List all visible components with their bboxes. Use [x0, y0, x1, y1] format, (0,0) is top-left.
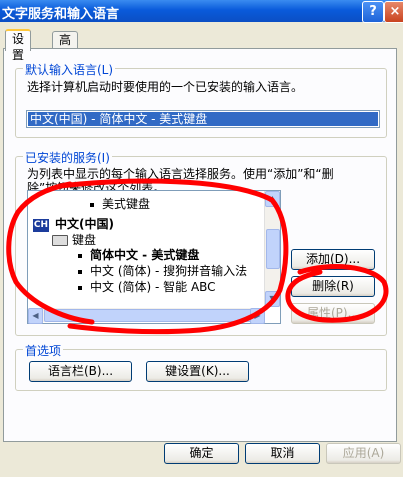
list-item-service[interactable]: 中文 (简体) - 智能 ABC	[90, 280, 216, 294]
scroll-thumb[interactable]	[44, 309, 256, 322]
default-language-description: 选择计算机启动时要使用的一个已安装的输入语言。	[27, 80, 304, 94]
scroll-down-icon[interactable]: ▼	[265, 291, 280, 307]
bullet-icon	[78, 270, 82, 274]
default-language-select[interactable]: 中文(中国) - 简体中文 - 美式键盘	[26, 110, 380, 128]
key-settings-button[interactable]: 键设置(K)...	[146, 361, 249, 382]
list-item-language[interactable]: 中文(中国)	[55, 217, 114, 231]
list-item[interactable]: 美式键盘	[102, 197, 150, 211]
close-button[interactable]: ×	[384, 1, 403, 23]
remove-button[interactable]: 删除(R)	[291, 276, 375, 297]
tab-settings[interactable]: 设置	[5, 29, 32, 62]
close-icon: ×	[389, 4, 401, 19]
installed-services-legend: 已安装的服务(I)	[23, 149, 112, 166]
scroll-up-icon[interactable]: ▲	[265, 191, 280, 207]
title-bar: 文字服务和输入语言 ? ×	[0, 0, 403, 23]
scroll-right-icon[interactable]: ▶	[250, 308, 265, 324]
language-bar-button[interactable]: 语言栏(B)...	[29, 361, 132, 382]
list-horizontal-scrollbar[interactable]: ◀ ▶	[28, 308, 265, 324]
scroll-left-icon[interactable]: ◀	[28, 308, 43, 324]
properties-button[interactable]: 属性(P)...	[291, 303, 375, 324]
language-badge-icon: CH	[33, 219, 49, 232]
tab-advanced[interactable]: 高级	[52, 31, 79, 63]
add-button[interactable]: 添加(D)...	[291, 249, 375, 270]
list-vertical-scrollbar[interactable]: ▲ ▼	[264, 191, 280, 307]
help-icon: ?	[369, 4, 377, 19]
list-item-keyboard[interactable]: 键盘	[72, 233, 96, 247]
keyboard-icon	[52, 235, 68, 246]
preferences-legend: 首选项	[23, 342, 64, 359]
bullet-icon	[78, 286, 82, 290]
bullet-icon	[90, 203, 94, 207]
list-item-service[interactable]: 中文 (简体) - 搜狗拼音输入法	[90, 264, 247, 278]
scroll-thumb[interactable]	[266, 229, 280, 269]
list-item-service[interactable]: 简体中文 - 美式键盘	[90, 248, 199, 262]
default-language-selected: 中文(中国) - 简体中文 - 美式键盘	[28, 112, 378, 126]
help-button[interactable]: ?	[362, 1, 384, 23]
bullet-icon	[78, 254, 82, 258]
window-title: 文字服务和输入语言	[2, 7, 120, 22]
cancel-button[interactable]: 取消	[245, 443, 320, 464]
default-language-legend: 默认输入语言(L)	[23, 61, 116, 78]
ok-button[interactable]: 确定	[164, 443, 239, 464]
apply-button[interactable]: 应用(A)	[326, 443, 401, 464]
services-list[interactable]: 美式键盘 CH 中文(中国) 键盘 简体中文 - 美式键盘 中文 (简体) - …	[27, 190, 281, 324]
